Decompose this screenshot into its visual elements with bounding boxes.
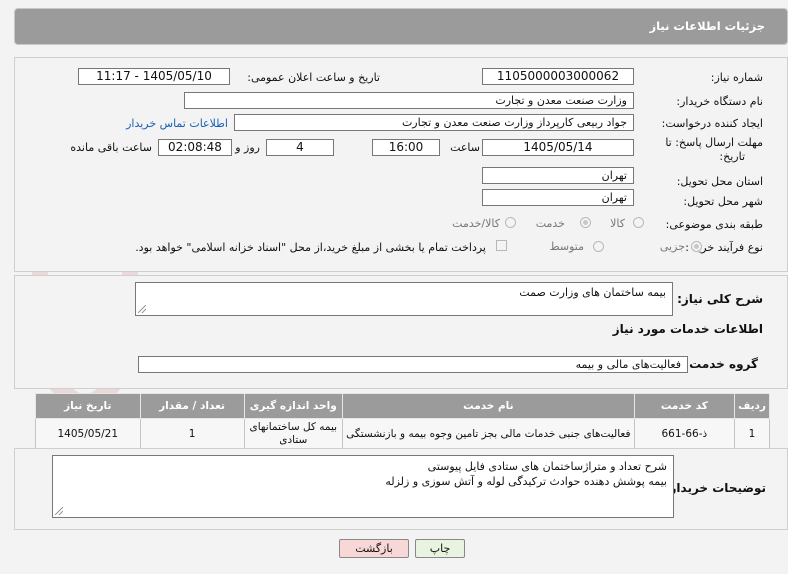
creator-field: جواد ربیعی کارپرداز وزارت صنعت معدن و تج… [234, 114, 634, 131]
need-number-label: شماره نیاز: [710, 71, 763, 84]
cell-unit: بیمه کل ساختمانهای ستادی [243, 418, 343, 450]
category-radio-goods-service[interactable] [505, 217, 516, 228]
remaining-time-field: 02:08:48 [158, 139, 232, 156]
days-label: روز و [235, 141, 260, 154]
treasury-payment-checkbox[interactable] [496, 240, 507, 251]
category-radio-goods[interactable] [633, 217, 644, 228]
treasury-payment-note: پرداخت تمام یا بخشی از مبلغ خرید،از محل … [135, 241, 486, 254]
city-field: تهران [482, 189, 634, 206]
province-label: استان محل تحویل: [676, 175, 763, 188]
page-header: جزئیات اطلاعات نیاز [14, 8, 788, 45]
days-remaining-field: 4 [266, 139, 334, 156]
category-label: طبقه بندی موضوعی: [665, 218, 763, 231]
service-group-label: گروه خدمت: [684, 357, 758, 371]
need-description-box: بیمه ساختمان های وزارت صمت [135, 282, 673, 316]
col-unit: واحد اندازه گیری [243, 393, 343, 419]
creator-label: ایجاد کننده درخواست: [661, 117, 763, 130]
print-button[interactable]: چاپ [415, 539, 465, 558]
remaining-time-label: ساعت باقی مانده [70, 141, 152, 154]
table-row: 1 ذ-66-661 فعالیت‌های جنبی خدمات مالی بج… [35, 418, 770, 450]
deadline-label-line2: تاریخ: [719, 150, 745, 163]
services-heading: اطلاعات خدمات مورد نیاز [612, 322, 763, 336]
deadline-time-label: ساعت [450, 141, 480, 154]
deadline-date-field: 1405/05/14 [482, 139, 634, 156]
col-service-name: نام خدمت [341, 393, 635, 419]
category-option-service: خدمت [535, 217, 565, 230]
buyer-notes-line1: شرح تعداد و متراژساختمان های ستادی فایل … [427, 460, 667, 473]
back-button[interactable]: بازگشت [339, 539, 409, 558]
deadline-time-field: 16:00 [372, 139, 440, 156]
category-option-goods-service: کالا/خدمت [452, 217, 500, 230]
resize-grip-icon[interactable] [55, 507, 63, 515]
city-label: شهر محل تحویل: [683, 195, 763, 208]
cell-row-number: 1 [734, 418, 770, 450]
col-row-number: ردیف [734, 393, 770, 419]
col-quantity: تعداد / مقدار [139, 393, 245, 419]
buyer-contact-link[interactable]: اطلاعات تماس خریدار [126, 117, 228, 130]
announce-datetime-label: تاریخ و ساعت اعلان عمومی: [247, 71, 380, 84]
buyer-notes-box: شرح تعداد و متراژساختمان های ستادی فایل … [52, 455, 674, 518]
cell-service-code: ذ-66-661 [633, 418, 736, 450]
buyer-org-field: وزارت صنعت معدن و تجارت [184, 92, 634, 109]
cell-quantity: 1 [139, 418, 245, 450]
need-number-field: 1105000003000062 [482, 68, 634, 85]
process-radio-minor[interactable] [691, 241, 702, 252]
province-field: تهران [482, 167, 634, 184]
need-description-text: بیمه ساختمان های وزارت صمت [519, 286, 666, 299]
col-need-date: تاریخ نیاز [35, 393, 141, 419]
process-option-minor: جزیی [659, 240, 685, 253]
services-table: ردیف کد خدمت نام خدمت واحد اندازه گیری ت… [35, 393, 770, 450]
resize-grip-icon[interactable] [138, 305, 146, 313]
category-option-goods: کالا [610, 217, 625, 230]
buyer-notes-label: توضیحات خریدار: [664, 481, 766, 495]
deadline-label-line1: مهلت ارسال پاسخ: تا [665, 136, 763, 149]
buyer-org-label: نام دستگاه خریدار: [676, 95, 763, 108]
buyer-notes-line2: بیمه پوشش دهنده حوادث ترکیدگی لوله و آتش… [385, 475, 667, 488]
col-service-code: کد خدمت [633, 393, 736, 419]
process-radio-medium[interactable] [593, 241, 604, 252]
need-description-label: شرح کلی نیاز: [677, 292, 763, 306]
cell-service-name: فعالیت‌های جنبی خدمات مالی بجز تامین وجو… [341, 418, 635, 450]
table-header-row: ردیف کد خدمت نام خدمت واحد اندازه گیری ت… [35, 393, 770, 419]
announce-datetime-field: 1405/05/10 - 11:17 [78, 68, 230, 85]
page-title: جزئیات اطلاعات نیاز [649, 19, 765, 33]
category-radio-service[interactable] [580, 217, 591, 228]
cell-need-date: 1405/05/21 [35, 418, 141, 450]
process-option-medium: متوسط [549, 240, 584, 253]
service-group-field: فعالیت‌های مالی و بیمه [138, 356, 688, 373]
